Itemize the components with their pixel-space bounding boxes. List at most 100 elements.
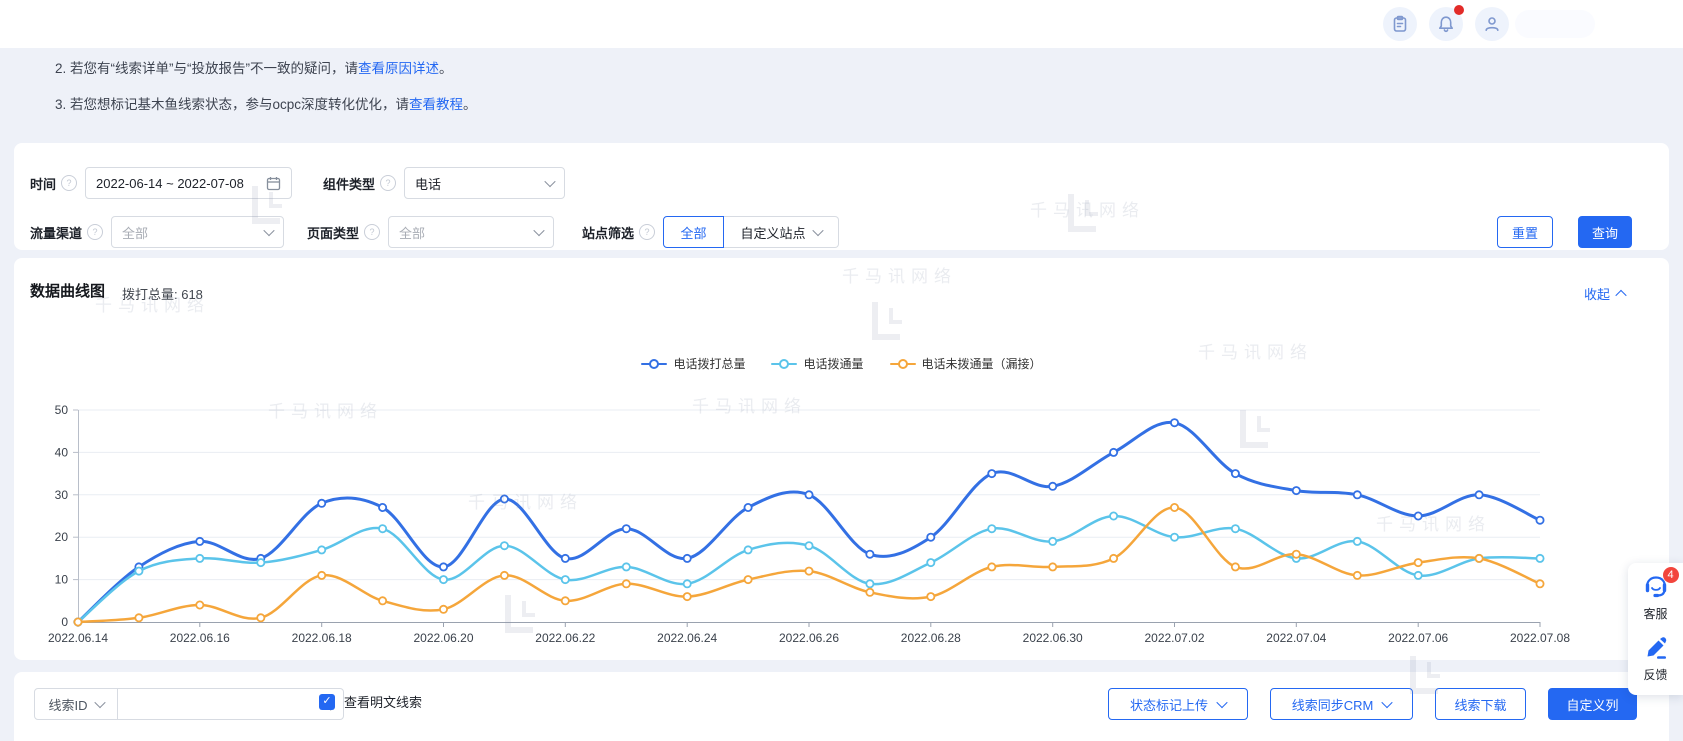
feedback-label: 反馈 bbox=[1643, 666, 1667, 683]
chart-title: 数据曲线图 bbox=[30, 280, 105, 301]
chart-legend: 电话拨打总量 电话拨通量 电话未拨通量（漏接） bbox=[14, 355, 1669, 372]
notification-dot bbox=[1454, 5, 1464, 15]
data-point bbox=[1232, 470, 1239, 477]
date-range-input[interactable]: 2022-06-14 ~ 2022-07-08 bbox=[85, 167, 292, 199]
site-filter-custom-button[interactable]: 自定义站点 bbox=[724, 216, 839, 248]
site-filter-all-button[interactable]: 全部 bbox=[663, 216, 724, 248]
data-point bbox=[866, 580, 873, 587]
chevron-down-icon bbox=[533, 225, 544, 236]
x-tick-label: 2022.06.24 bbox=[657, 631, 717, 645]
plaintext-leads-checkbox-row[interactable]: ✓ 查看明文线索 bbox=[319, 692, 422, 711]
search-input[interactable] bbox=[118, 689, 343, 704]
data-point bbox=[623, 563, 630, 570]
data-point bbox=[196, 538, 203, 545]
data-point bbox=[927, 593, 934, 600]
site-filter-label: 站点筛选 bbox=[582, 223, 634, 242]
traffic-channel-select[interactable]: 全部 bbox=[111, 216, 284, 248]
data-point bbox=[318, 546, 325, 553]
clipboard-icon[interactable] bbox=[1383, 7, 1417, 41]
checkbox-checked-icon[interactable]: ✓ bbox=[319, 694, 335, 710]
traffic-channel-help-icon[interactable]: ? bbox=[87, 224, 103, 240]
data-point bbox=[318, 572, 325, 579]
y-tick-label: 50 bbox=[55, 403, 69, 417]
data-point bbox=[257, 559, 264, 566]
data-point bbox=[440, 606, 447, 613]
x-tick-label: 2022.07.08 bbox=[1510, 631, 1570, 645]
data-point bbox=[866, 589, 873, 596]
leads-download-button[interactable]: 线索下载 bbox=[1435, 688, 1526, 720]
component-type-label: 组件类型 bbox=[323, 174, 375, 193]
calendar-icon bbox=[266, 176, 281, 191]
data-point bbox=[866, 551, 873, 558]
collapse-label: 收起 bbox=[1584, 284, 1610, 303]
site-filter-segmented: 全部 自定义站点 bbox=[663, 216, 839, 248]
page-type-select[interactable]: 全部 bbox=[388, 216, 554, 248]
data-point bbox=[805, 491, 812, 498]
data-point bbox=[135, 614, 142, 621]
data-point bbox=[1110, 512, 1117, 519]
legend-item-0[interactable]: 电话拨打总量 bbox=[641, 355, 745, 372]
chevron-down-icon bbox=[1382, 697, 1393, 708]
notice-line-2: 2. 若您有“线索详单”与“投放报告”不一致的疑问，请查看原因详述。 bbox=[55, 57, 453, 77]
status-mark-upload-button[interactable]: 状态标记上传 bbox=[1108, 688, 1248, 720]
plaintext-leads-label: 查看明文线索 bbox=[344, 692, 422, 711]
data-point bbox=[623, 580, 630, 587]
data-point bbox=[1536, 555, 1543, 562]
bell-icon[interactable] bbox=[1429, 7, 1463, 41]
x-tick-label: 2022.07.04 bbox=[1266, 631, 1326, 645]
data-point bbox=[196, 555, 203, 562]
leads-toolbar: 线索ID ✓ 查看明文线索 状态标记上传 线索同步CRM 线索下载 自定义列 bbox=[14, 672, 1669, 741]
time-help-icon[interactable]: ? bbox=[61, 175, 77, 191]
search-field-selector[interactable]: 线索ID bbox=[35, 689, 118, 719]
data-point bbox=[684, 593, 691, 600]
data-point bbox=[562, 555, 569, 562]
notice-line-3-text: 3. 若您想标记基木鱼线索状态，参与ocpc深度转化优化，请 bbox=[55, 97, 409, 112]
legend-item-2[interactable]: 电话未拨通量（漏接） bbox=[890, 355, 1042, 372]
x-tick-label: 2022.07.06 bbox=[1388, 631, 1448, 645]
customer-service-icon[interactable]: 4 bbox=[1642, 573, 1670, 600]
top-header bbox=[0, 0, 1683, 48]
notice-link-tutorial[interactable]: 查看教程 bbox=[409, 97, 463, 112]
filter-panel: 时间 ? 2022-06-14 ~ 2022-07-08 组件类型 ? 电话 流… bbox=[14, 143, 1669, 250]
data-point bbox=[1415, 512, 1422, 519]
legend-item-1[interactable]: 电话拨通量 bbox=[771, 355, 863, 372]
legend-label: 电话拨通量 bbox=[803, 355, 863, 372]
traffic-channel-label: 流量渠道 bbox=[30, 223, 82, 242]
component-type-select[interactable]: 电话 bbox=[404, 167, 565, 199]
data-point bbox=[988, 563, 995, 570]
page-type-value: 全部 bbox=[399, 223, 535, 242]
y-tick-label: 30 bbox=[55, 488, 69, 502]
query-button[interactable]: 查询 bbox=[1578, 216, 1632, 248]
data-point bbox=[1536, 517, 1543, 524]
data-point bbox=[501, 572, 508, 579]
collapse-toggle[interactable]: 收起 bbox=[1584, 284, 1625, 303]
custom-columns-button[interactable]: 自定义列 bbox=[1548, 688, 1637, 720]
page-type-help-icon[interactable]: ? bbox=[364, 224, 380, 240]
legend-label: 电话拨打总量 bbox=[673, 355, 745, 372]
data-point bbox=[1536, 580, 1543, 587]
user-icon[interactable] bbox=[1475, 7, 1509, 41]
data-point bbox=[988, 470, 995, 477]
x-tick-label: 2022.07.02 bbox=[1144, 631, 1204, 645]
feedback-pencil-icon[interactable] bbox=[1642, 634, 1670, 661]
legend-marker bbox=[771, 359, 797, 369]
site-filter-custom-label: 自定义站点 bbox=[741, 223, 806, 242]
data-point bbox=[379, 504, 386, 511]
data-point bbox=[257, 614, 264, 621]
data-point bbox=[745, 576, 752, 583]
y-tick-label: 40 bbox=[55, 445, 69, 459]
component-type-help-icon[interactable]: ? bbox=[380, 175, 396, 191]
notice-line-3: 3. 若您想标记基木鱼线索状态，参与ocpc深度转化优化，请查看教程。 bbox=[55, 93, 477, 113]
x-tick-label: 2022.06.18 bbox=[292, 631, 352, 645]
data-point bbox=[74, 618, 81, 625]
status-mark-upload-label: 状态标记上传 bbox=[1130, 695, 1208, 714]
data-point bbox=[1232, 525, 1239, 532]
data-point bbox=[1354, 572, 1361, 579]
notice-link-reason-detail[interactable]: 查看原因详述 bbox=[358, 61, 439, 76]
sync-crm-button[interactable]: 线索同步CRM bbox=[1270, 688, 1413, 720]
data-point bbox=[1049, 563, 1056, 570]
reset-button[interactable]: 重置 bbox=[1497, 216, 1553, 248]
data-point bbox=[927, 534, 934, 541]
site-filter-help-icon[interactable]: ? bbox=[639, 224, 655, 240]
data-point bbox=[988, 525, 995, 532]
